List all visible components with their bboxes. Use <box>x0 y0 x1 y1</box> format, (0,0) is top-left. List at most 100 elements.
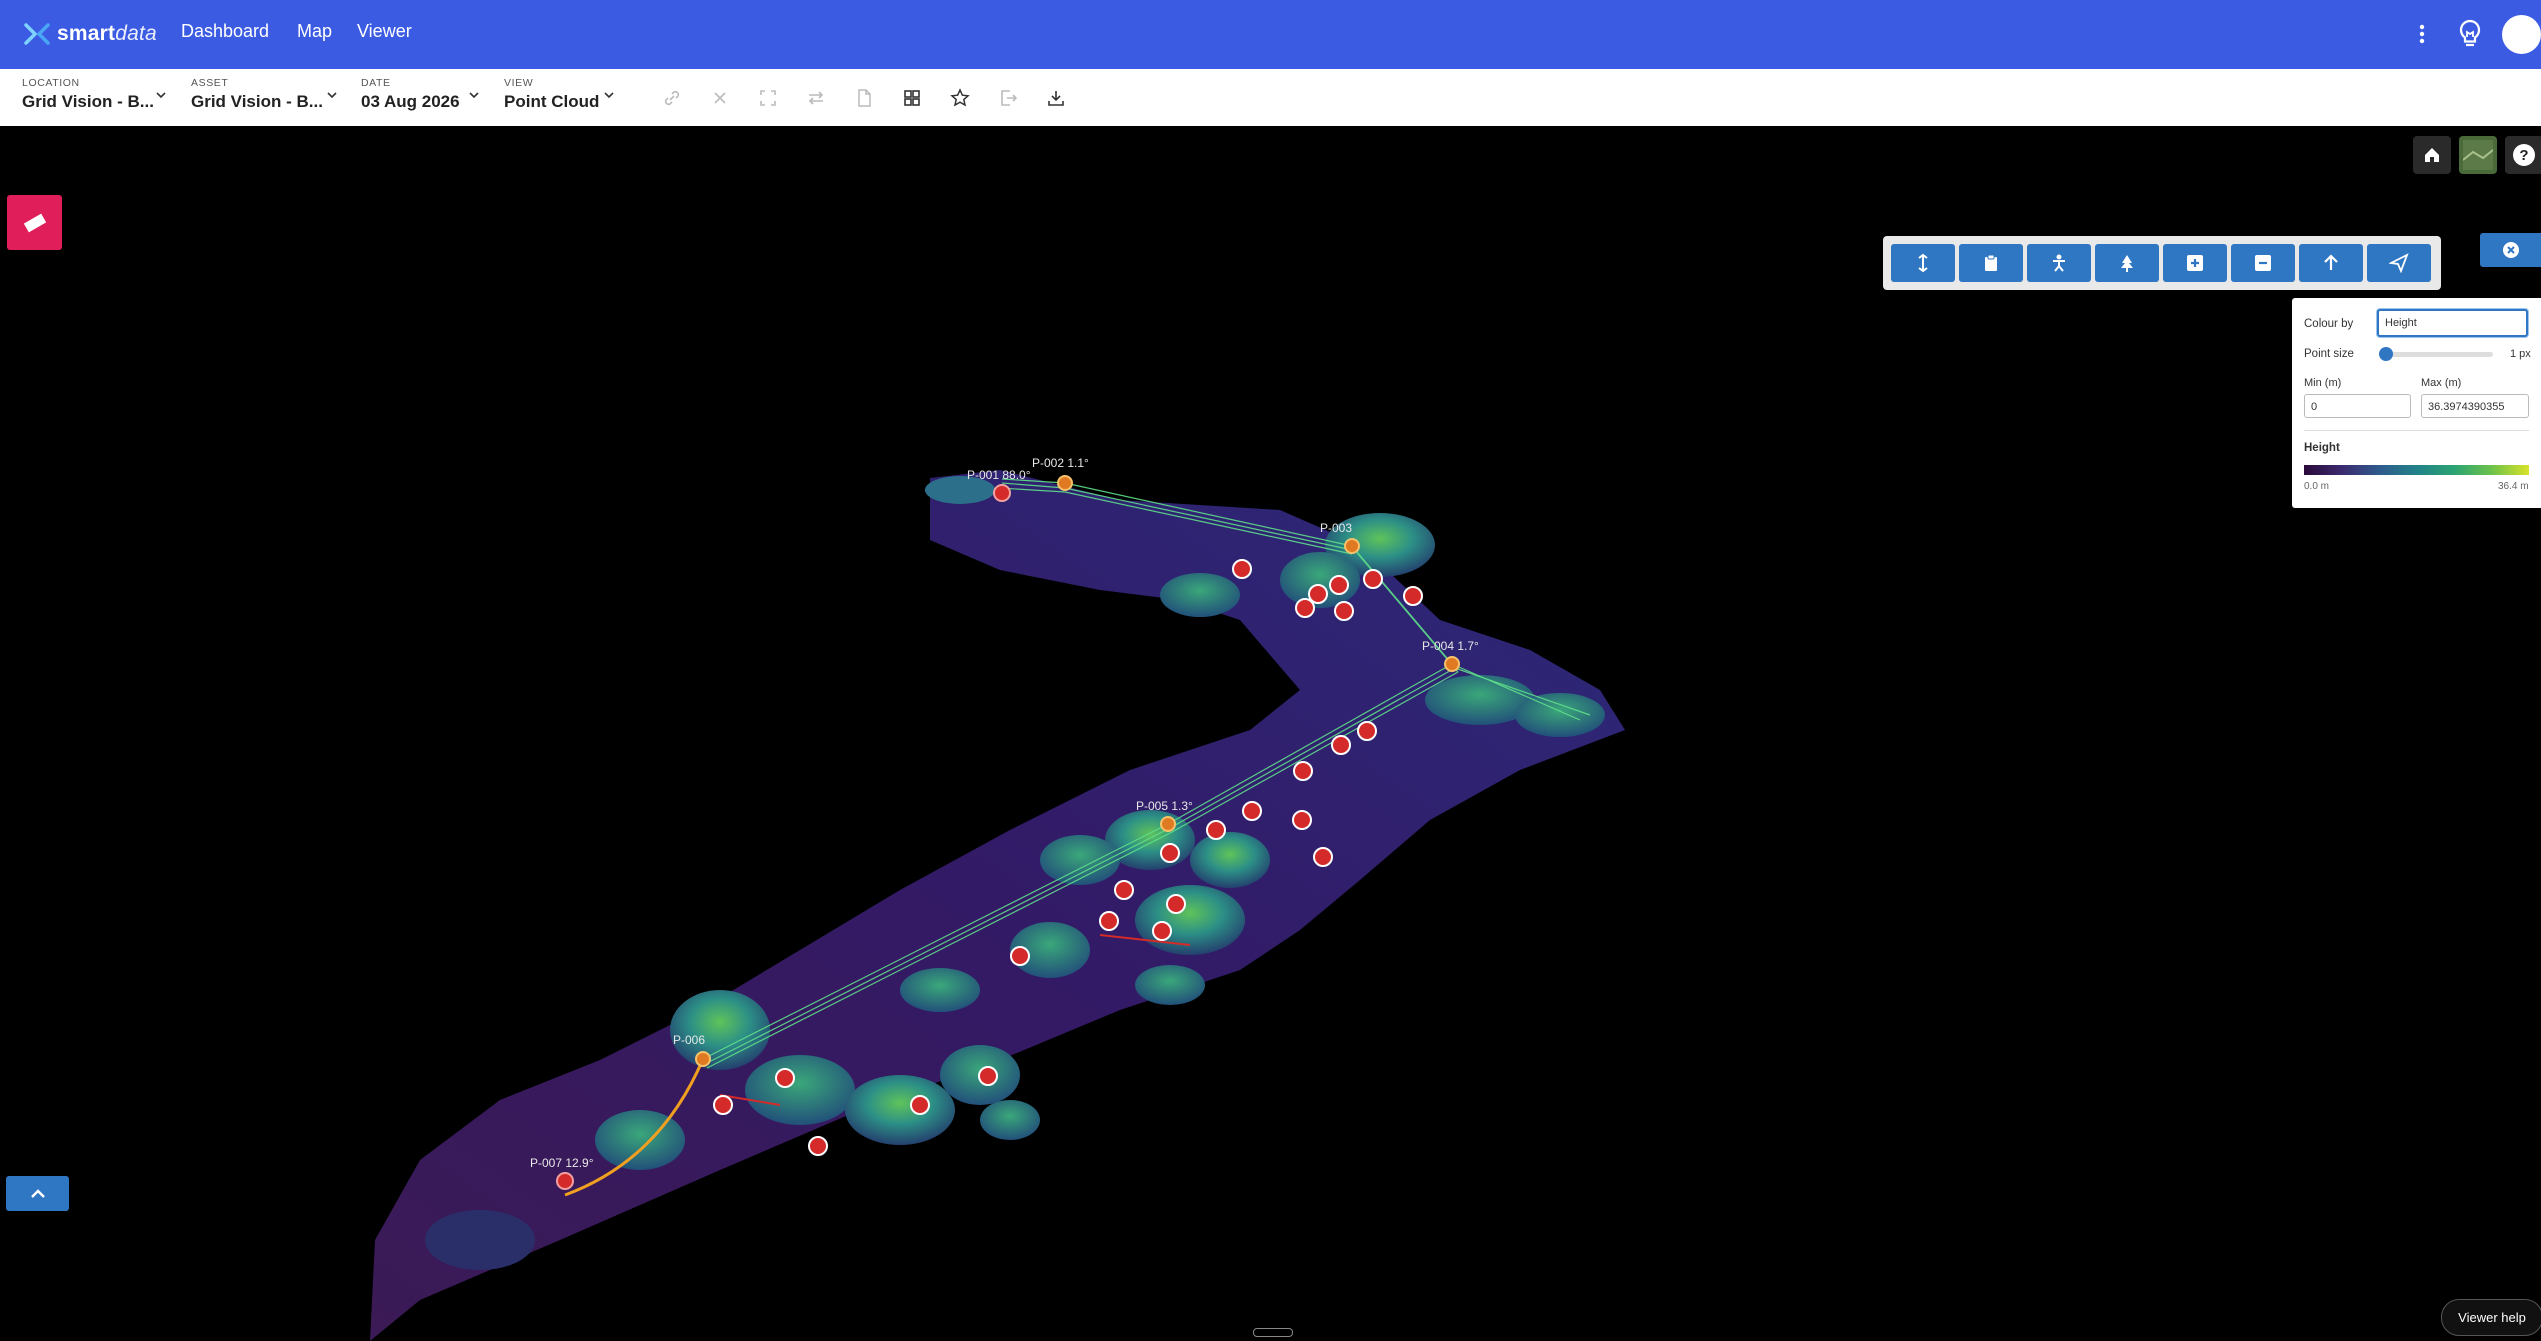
add-box-button[interactable] <box>2163 244 2227 282</box>
defect-marker[interactable] <box>1308 584 1328 604</box>
defect-marker[interactable] <box>1152 921 1172 941</box>
pole-label: P-005 1.3° <box>1136 799 1193 813</box>
chevron-down-icon[interactable] <box>468 89 480 101</box>
location-selector[interactable]: LOCATION Grid Vision - B... <box>22 77 154 112</box>
close-x-icon[interactable] <box>706 84 734 112</box>
export-icon[interactable] <box>994 84 1022 112</box>
pole-marker[interactable] <box>1444 656 1460 672</box>
point-size-value: 1 px <box>2510 348 2531 360</box>
view-label: VIEW <box>504 77 534 89</box>
tree-icon <box>2121 255 2133 272</box>
person-tool-button[interactable] <box>2027 244 2091 282</box>
chevron-down-icon[interactable] <box>326 89 338 101</box>
star-icon[interactable] <box>946 84 974 112</box>
logo-icon <box>24 23 50 45</box>
defect-marker[interactable] <box>1242 801 1262 821</box>
help-bulb-icon[interactable] <box>2455 18 2485 50</box>
defect-marker[interactable] <box>1295 598 1315 618</box>
pole-marker[interactable] <box>1160 816 1176 832</box>
min-height-input[interactable]: 0 <box>2304 394 2411 418</box>
arrow-up-button[interactable] <box>2299 244 2363 282</box>
point-cloud-canvas[interactable]: P-001 88.0° P-002 1.1° P-003 P-004 1.7° … <box>0 126 2541 1341</box>
grid-icon[interactable] <box>898 84 926 112</box>
point-size-label: Point size <box>2304 348 2354 360</box>
defect-marker[interactable] <box>1334 601 1354 621</box>
expand-panel-button[interactable] <box>6 1176 69 1211</box>
document-icon[interactable] <box>850 84 878 112</box>
legend-max: 36.4 m <box>2498 481 2529 492</box>
user-avatar[interactable] <box>2502 15 2541 54</box>
view-value: Point Cloud <box>504 92 600 111</box>
date-selector[interactable]: DATE 03 Aug 2026 <box>361 77 460 112</box>
pole-marker[interactable] <box>695 1051 711 1067</box>
asset-selector[interactable]: ASSET Grid Vision - B... <box>191 77 323 112</box>
logo[interactable]: smartdata <box>22 18 157 50</box>
defect-marker[interactable] <box>713 1095 733 1115</box>
defect-marker[interactable] <box>1206 820 1226 840</box>
close-panel-button[interactable] <box>2480 233 2541 267</box>
defect-marker[interactable] <box>1166 894 1186 914</box>
max-height-input[interactable]: 36.3974390355 <box>2421 394 2529 418</box>
point-size-slider-thumb[interactable] <box>2379 347 2393 361</box>
defect-marker[interactable] <box>1292 810 1312 830</box>
chevron-down-icon[interactable] <box>155 89 167 101</box>
link-icon[interactable] <box>658 84 686 112</box>
height-measure-button[interactable] <box>1891 244 1955 282</box>
send-button[interactable] <box>2367 244 2431 282</box>
point-cloud-viewer[interactable]: P-001 88.0° P-002 1.1° P-003 P-004 1.7° … <box>0 126 2541 1341</box>
defect-marker[interactable] <box>910 1095 930 1115</box>
defect-marker[interactable] <box>1331 735 1351 755</box>
defect-marker[interactable] <box>978 1066 998 1086</box>
pole-label: P-007 12.9° <box>530 1156 594 1170</box>
legend-min: 0.0 m <box>2304 481 2330 492</box>
terrain-corridor <box>370 470 1625 1341</box>
question-icon: ? <box>2513 144 2535 166</box>
fullscreen-icon[interactable] <box>754 84 782 112</box>
tools-panel <box>1883 236 2441 290</box>
defect-marker[interactable] <box>1357 721 1377 741</box>
defect-marker[interactable] <box>1329 575 1349 595</box>
display-settings-panel: Colour by Height Point size 1 px Min (m)… <box>2292 298 2541 508</box>
colour-by-label: Colour by <box>2304 318 2354 330</box>
chevron-up-icon <box>30 1188 45 1198</box>
nav-viewer[interactable]: Viewer <box>357 21 412 42</box>
defect-marker[interactable] <box>808 1136 828 1156</box>
download-icon[interactable] <box>1042 84 1070 112</box>
defect-marker[interactable] <box>1293 761 1313 781</box>
tree-tool-button[interactable] <box>2095 244 2159 282</box>
chevron-down-icon[interactable] <box>603 89 615 101</box>
nav-dashboard[interactable]: Dashboard <box>181 21 269 42</box>
close-circle-icon <box>2502 242 2519 258</box>
satellite-toggle-button[interactable] <box>2459 136 2497 174</box>
pole-label: P-006 <box>673 1033 705 1047</box>
viewer-help-button[interactable]: Viewer help <box>2441 1299 2541 1336</box>
asset-value: Grid Vision - B... <box>191 92 323 111</box>
defect-marker[interactable] <box>1363 569 1383 589</box>
defect-marker[interactable] <box>1099 911 1119 931</box>
pole-marker[interactable] <box>993 484 1011 502</box>
more-options-icon[interactable] <box>2412 20 2432 48</box>
pole-marker[interactable] <box>1057 475 1073 491</box>
view-selector[interactable]: VIEW Point Cloud <box>504 77 599 112</box>
defect-marker[interactable] <box>1160 843 1180 863</box>
pole-marker[interactable] <box>1344 538 1360 554</box>
defect-marker[interactable] <box>1403 586 1423 606</box>
defect-marker[interactable] <box>1313 847 1333 867</box>
home-view-button[interactable] <box>2413 136 2451 174</box>
context-bar: LOCATION Grid Vision - B... ASSET Grid V… <box>0 69 2541 127</box>
defect-marker[interactable] <box>1232 559 1252 579</box>
pole-marker[interactable] <box>556 1172 574 1190</box>
drawer-handle[interactable] <box>1253 1328 1293 1337</box>
nav-map[interactable]: Map <box>297 21 332 42</box>
colour-by-select[interactable]: Height <box>2377 309 2528 337</box>
defect-marker[interactable] <box>775 1068 795 1088</box>
remove-box-button[interactable] <box>2231 244 2295 282</box>
swap-icon[interactable] <box>802 84 830 112</box>
measure-tool-button[interactable] <box>7 195 62 250</box>
point-size-slider-track[interactable] <box>2385 352 2493 357</box>
help-button[interactable]: ? <box>2505 136 2541 174</box>
clipboard-button[interactable] <box>1959 244 2023 282</box>
defect-marker[interactable] <box>1010 946 1030 966</box>
defect-marker[interactable] <box>1114 880 1134 900</box>
person-icon <box>2053 254 2065 272</box>
